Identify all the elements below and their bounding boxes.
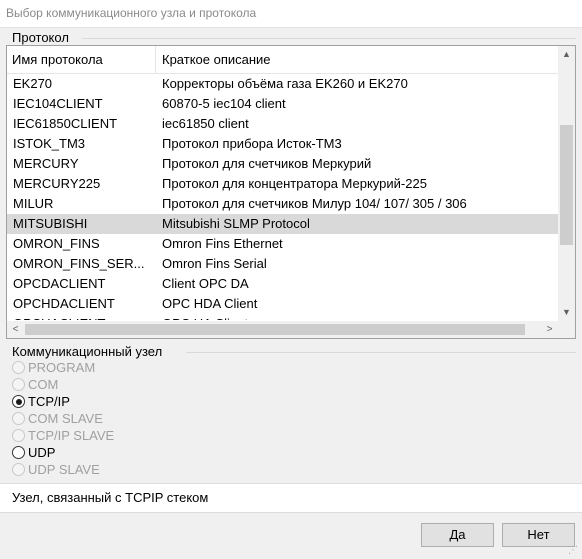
scroll-right-icon[interactable]: > [541,321,558,338]
protocol-name-cell: MITSUBISHI [13,216,88,231]
table-row[interactable]: MERCURY225 Протокол для концентратора Мер… [7,174,558,194]
protocol-description-cell: OPC UA Client [162,314,558,320]
table-row[interactable]: OPCDACLIENT Client OPC DA [7,274,558,294]
radio-unchecked-icon [12,463,25,476]
protocol-name-cell: OPCUACLIENT [13,314,153,320]
node-option-label: COM SLAVE [28,411,103,426]
table-row[interactable]: MERCURY Протокол для счетчиков Меркурий [7,154,558,174]
horizontal-scroll-thumb[interactable] [25,324,525,335]
protocol-group-label: Протокол [12,30,69,45]
table-row[interactable]: OPCUACLIENT OPC UA Client [7,314,558,320]
protocol-name-cell: MERCURY225 [13,176,101,191]
radio-checked-icon[interactable] [12,395,25,408]
protocol-description-cell: Корректоры объёма газа EK260 и EK270 [162,76,408,91]
protocol-name-cell: OPCHDACLIENT [13,296,115,311]
protocol-name-cell: MERCURY [13,156,79,171]
resize-grip-icon[interactable]: ⋰ [568,545,580,557]
node-group-label: Коммуникационный узел [12,344,163,359]
scroll-up-icon[interactable]: ▲ [558,46,575,63]
table-row[interactable]: MILUR Протокол для счетчиков Милур 104/ 1… [7,194,558,214]
protocol-name-cell: OPCDACLIENT [13,276,106,291]
scroll-down-icon[interactable]: ▼ [558,304,575,321]
protocol-description-cell: iec61850 client [162,116,249,131]
protocol-description-cell: Client OPC DA [162,276,249,291]
protocol-description-cell: OPC HDA Client [162,296,258,311]
table-row[interactable]: EK270 Корректоры объёма газа EK260 и EK27… [7,74,558,94]
protocol-description-cell: Omron Fins Serial [162,256,267,271]
node-group-divider [186,352,576,353]
horizontal-scrollbar[interactable]: < > [7,321,558,338]
table-row[interactable]: OMRON_FINS_SER... Omron Fins Serial [7,254,558,274]
protocol-description-cell: Протокол для счетчиков Милур 104/ 107/ 3… [162,196,467,211]
window-title: Выбор коммуникационного узла и протокола [6,6,257,20]
protocol-rows: EK270 Корректоры объёма газа EK260 и EK27… [7,74,558,320]
scroll-left-icon[interactable]: < [7,321,24,338]
table-row[interactable]: OMRON_FINS Omron Fins Ethernet [7,234,558,254]
node-option-label: PROGRAM [28,360,96,375]
protocol-list[interactable]: Имя протокола Краткое описание EK270 Корр… [6,45,576,339]
protocol-name-cell: IEC61850CLIENT [13,116,118,131]
protocol-name-cell: EK270 [13,76,53,91]
column-header-description[interactable]: Краткое описание [156,46,558,74]
table-row[interactable]: OPCHDACLIENT OPC HDA Client [7,294,558,314]
protocol-name-cell: OMRON_FINS [13,236,100,251]
vertical-scrollbar[interactable]: ▲ ▼ [558,46,575,321]
protocol-description-cell: Omron Fins Ethernet [162,236,283,251]
title-bar[interactable]: Выбор коммуникационного узла и протокола [0,0,582,28]
radio-unchecked-icon [12,378,25,391]
table-row[interactable]: ISTOK_TM3 Протокол прибора Исток-ТМ3 [7,134,558,154]
protocol-name-cell: MILUR [13,196,54,211]
table-row[interactable]: MITSUBISHI Mitsubishi SLMP Protocol [7,214,558,234]
table-row[interactable]: IEC61850CLIENT iec61850 client [7,114,558,134]
table-row[interactable]: IEC104CLIENT 60870-5 iec104 client [7,94,558,114]
protocol-description-cell: 60870-5 iec104 client [162,96,286,111]
node-option-label: UDP SLAVE [28,462,100,477]
radio-unchecked-icon[interactable] [12,446,25,459]
node-option-label: COM [28,377,59,392]
radio-unchecked-icon [12,412,25,425]
protocol-description-cell: Mitsubishi SLMP Protocol [162,216,310,231]
protocol-list-header: Имя протокола Краткое описание [7,46,558,74]
vertical-scroll-thumb[interactable] [560,125,573,245]
status-text: Узел, связанный с TCPIP стеком [12,490,209,505]
ok-button[interactable]: Да [421,523,494,547]
scroll-corner [558,321,575,338]
radio-dot-icon [15,398,22,405]
protocol-description-cell: Протокол для концентратора Меркурий-225 [162,176,427,191]
protocol-description-cell: Протокол для счетчиков Меркурий [162,156,372,171]
radio-unchecked-icon [12,361,25,374]
cancel-button[interactable]: Нет [502,523,575,547]
radio-unchecked-icon [12,429,25,442]
node-option-label: TCP/IP [28,394,70,409]
column-header-name[interactable]: Имя протокола [7,46,156,74]
protocol-name-cell: IEC104CLIENT [13,96,103,111]
protocol-group-divider [82,38,576,39]
node-option-label: UDP [28,445,56,460]
protocol-description-cell: Протокол прибора Исток-ТМ3 [162,136,342,151]
protocol-name-cell: OMRON_FINS_SER... [13,256,145,271]
node-option-label: TCP/IP SLAVE [28,428,115,443]
protocol-name-cell: ISTOK_TM3 [13,136,86,151]
status-bar: Узел, связанный с TCPIP стеком [0,483,582,513]
